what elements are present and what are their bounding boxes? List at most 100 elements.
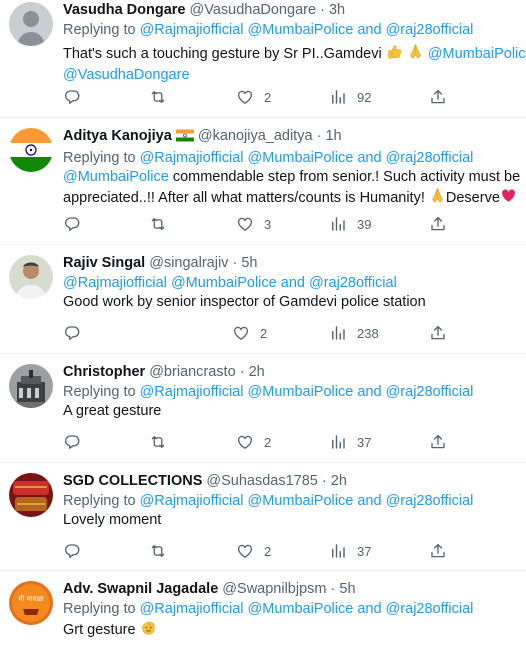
reply-button[interactable] — [63, 432, 81, 452]
timestamp[interactable]: 1h — [325, 128, 341, 144]
mention-link[interactable]: @Rajmajiofficial — [140, 384, 244, 400]
like-button[interactable]: 2 — [236, 541, 271, 561]
mention-and[interactable]: and — [357, 22, 381, 38]
share-button[interactable] — [429, 323, 447, 343]
mention-link[interactable]: @raj28official — [386, 22, 474, 38]
reply-button[interactable] — [63, 323, 81, 343]
like-button[interactable]: 3 — [236, 214, 271, 234]
views-button[interactable]: 37 — [329, 541, 371, 561]
avatar[interactable] — [9, 255, 53, 299]
like-button[interactable]: 2 — [236, 87, 271, 107]
timestamp[interactable]: 2h — [331, 473, 347, 489]
share-button[interactable] — [429, 87, 447, 107]
mention-link[interactable]: @MumbaiPolice — [428, 46, 526, 62]
reply-button[interactable] — [63, 87, 81, 107]
share-button[interactable] — [429, 432, 447, 452]
separator: · — [330, 581, 336, 597]
share-button[interactable] — [429, 541, 447, 561]
avatar[interactable]: मी मावळा — [9, 581, 53, 625]
mention-link[interactable]: @raj28official — [386, 150, 474, 166]
tweet[interactable]: मी मावळा Adv. Swapnil Jagadale @Swapnilb… — [0, 571, 526, 647]
user-handle[interactable]: @kanojiya_aditya — [198, 128, 313, 144]
share-button[interactable] — [429, 214, 447, 234]
timestamp[interactable]: 2h — [249, 364, 265, 380]
like-count: 2 — [264, 89, 272, 105]
mention-link[interactable]: @MumbaiPolice — [248, 493, 354, 509]
avatar[interactable] — [9, 128, 53, 172]
reply-icon — [63, 88, 81, 106]
display-name[interactable]: SGD COLLECTIONS — [63, 473, 202, 489]
views-button[interactable]: 238 — [329, 323, 379, 343]
replying-to: Replying to @Rajmajiofficial @MumbaiPoli… — [63, 149, 518, 168]
replying-to-label: Replying to — [63, 22, 136, 38]
replying-to: Replying to @Rajmajiofficial @MumbaiPoli… — [63, 21, 518, 40]
user-handle[interactable]: @Swapnilbjpsm — [222, 581, 326, 597]
mention-link[interactable]: @Rajmajiofficial — [140, 601, 244, 617]
mention-link[interactable]: @MumbaiPolice — [248, 384, 354, 400]
mention-and[interactable]: and — [357, 601, 381, 617]
replying-to: @Rajmajiofficial @MumbaiPolice and @raj2… — [63, 274, 518, 293]
user-handle[interactable]: @VasudhaDongare — [190, 2, 317, 18]
tweet[interactable]: SGD COLLECTIONS @Suhasdas1785 · 2h Reply… — [0, 463, 526, 571]
mention-link[interactable]: @MumbaiPolice — [248, 601, 354, 617]
mention-link[interactable]: @raj28official — [386, 493, 474, 509]
tweet-header: Christopher @briancrasto · 2h — [63, 362, 518, 382]
like-button[interactable]: 2 — [236, 432, 271, 452]
mention-link[interactable]: @raj28official — [386, 601, 474, 617]
heart-icon — [232, 324, 250, 342]
mention-link[interactable]: @Rajmajiofficial — [140, 150, 244, 166]
tweet-text-content: commendable step from senior.! Such acti… — [172, 169, 521, 185]
avatar[interactable] — [9, 473, 53, 517]
mention-link[interactable]: @MumbaiPolice — [171, 275, 277, 291]
user-handle[interactable]: @briancrasto — [149, 364, 235, 380]
user-handle[interactable]: @Suhasdas1785 — [206, 473, 317, 489]
mention-and[interactable]: and — [281, 275, 305, 291]
display-name[interactable]: Vasudha Dongare — [63, 2, 185, 18]
avatar[interactable] — [9, 2, 53, 46]
tweet[interactable]: Rajiv Singal @singalrajiv · 5h @Rajmajio… — [0, 245, 526, 354]
retweet-button[interactable] — [149, 87, 167, 107]
tweet-actions: 2 92 — [63, 87, 526, 107]
display-name[interactable]: Rajiv Singal — [63, 255, 145, 271]
retweet-button[interactable] — [149, 541, 167, 561]
mention-link[interactable]: @MumbaiPolice — [248, 22, 354, 38]
mention-link[interactable]: @VasudhaDongare — [63, 67, 190, 83]
views-button[interactable]: 39 — [329, 214, 371, 234]
reply-button[interactable] — [63, 541, 81, 561]
replying-to: Replying to @Rajmajiofficial @MumbaiPoli… — [63, 600, 518, 619]
timestamp[interactable]: 3h — [329, 2, 345, 18]
reply-icon — [63, 324, 81, 342]
like-button[interactable]: 2 — [232, 323, 267, 343]
mention-link[interactable]: @MumbaiPolice — [63, 169, 169, 185]
reply-button[interactable] — [63, 214, 81, 234]
avatar[interactable] — [9, 364, 53, 408]
tweet-text-line: appreciated..!! After all what matters/c… — [63, 187, 518, 210]
mention-and[interactable]: and — [357, 493, 381, 509]
views-button[interactable]: 37 — [329, 432, 371, 452]
tweet-text-line: @VasudhaDongare — [63, 66, 518, 85]
views-button[interactable]: 92 — [329, 87, 371, 107]
mention-link[interactable]: @Rajmajiofficial — [63, 275, 167, 291]
mention-link[interactable]: @MumbaiPolice — [248, 150, 354, 166]
display-name[interactable]: Aditya Kanojiya — [63, 128, 172, 144]
mention-and[interactable]: and — [357, 384, 381, 400]
heart-icon — [236, 542, 254, 560]
mention-link[interactable]: @raj28official — [386, 384, 474, 400]
timestamp[interactable]: 5h — [339, 581, 355, 597]
tweet[interactable]: Vasudha Dongare @VasudhaDongare · 3h Rep… — [0, 0, 526, 118]
mention-link[interactable]: @raj28official — [309, 275, 397, 291]
user-handle[interactable]: @singalrajiv — [149, 255, 228, 271]
mention-link[interactable]: @Rajmajiofficial — [140, 22, 244, 38]
timestamp[interactable]: 5h — [241, 255, 257, 271]
retweet-button[interactable] — [149, 432, 167, 452]
tweet-text: @MumbaiPolice commendable step from seni… — [63, 168, 521, 187]
mention-link[interactable]: @Rajmajiofficial — [140, 493, 244, 509]
display-name[interactable]: Adv. Swapnil Jagadale — [63, 581, 218, 597]
tweet[interactable]: Christopher @briancrasto · 2h Replying t… — [0, 354, 526, 463]
mention-and[interactable]: and — [357, 150, 381, 166]
thumbs-up-emoji-icon — [386, 43, 403, 66]
tweet[interactable]: Aditya Kanojiya @kanojiya_aditya · 1h Re… — [0, 118, 526, 245]
avatar-logo-text: मी मावळा — [18, 594, 43, 603]
retweet-button[interactable] — [149, 214, 167, 234]
display-name[interactable]: Christopher — [63, 364, 145, 380]
